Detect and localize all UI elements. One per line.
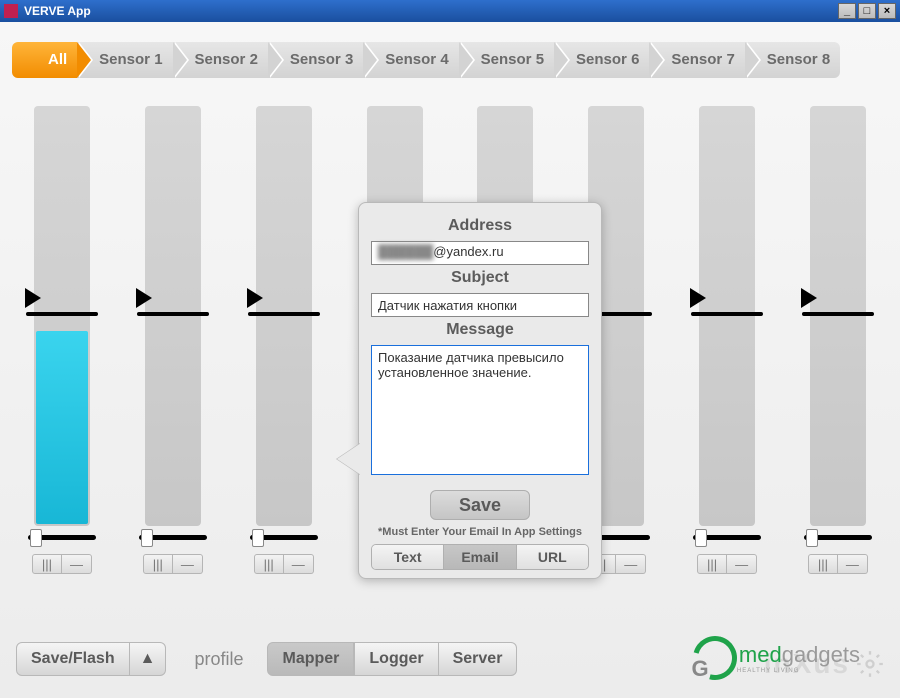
save-flash-arrow-button[interactable]: ▲ xyxy=(130,642,167,676)
threshold-arrow-icon[interactable] xyxy=(247,288,263,308)
sensor-bar-8[interactable] xyxy=(810,106,866,526)
grip-button[interactable]: ||| xyxy=(143,554,173,574)
threshold-arrow-icon[interactable] xyxy=(690,288,706,308)
sensor-bar-7[interactable] xyxy=(699,106,755,526)
content-area: All Sensor 1 Sensor 2 Sensor 3 Sensor 4 … xyxy=(0,22,900,698)
window-title: VERVE App xyxy=(24,4,91,18)
message-label: Message xyxy=(371,321,589,339)
sensor-bar-3[interactable] xyxy=(256,106,312,526)
slider-knob[interactable] xyxy=(252,529,264,547)
sensor-col-1: ||| — xyxy=(26,106,98,574)
minimize-button[interactable]: _ xyxy=(838,3,856,19)
threshold-arrow-icon[interactable] xyxy=(801,288,817,308)
slider-knob[interactable] xyxy=(806,529,818,547)
grip-button[interactable]: ||| xyxy=(808,554,838,574)
tab-all[interactable]: All xyxy=(12,42,77,78)
address-input[interactable]: ██████@yandex.ru xyxy=(371,241,589,265)
minus-button[interactable]: — xyxy=(62,554,92,574)
dialog-tab-text[interactable]: Text xyxy=(372,545,443,569)
sensor-col-7: ||| — xyxy=(691,106,763,574)
app-icon xyxy=(4,4,18,18)
subject-input[interactable] xyxy=(371,293,589,317)
server-button[interactable]: Server xyxy=(439,642,518,676)
minus-button[interactable]: — xyxy=(727,554,757,574)
threshold-arrow-icon[interactable] xyxy=(136,288,152,308)
mapper-button[interactable]: Mapper xyxy=(267,642,354,676)
message-textarea[interactable] xyxy=(371,345,589,475)
slider-knob[interactable] xyxy=(30,529,42,547)
logger-button[interactable]: Logger xyxy=(354,642,438,676)
gear-icon[interactable] xyxy=(856,650,884,678)
sensor-col-2: ||| — xyxy=(137,106,209,574)
sensor-bar-1[interactable] xyxy=(34,106,90,526)
address-label: Address xyxy=(371,217,589,235)
sensor-col-3: ||| — xyxy=(248,106,320,574)
minus-button[interactable]: — xyxy=(838,554,868,574)
threshold-arrow-icon[interactable] xyxy=(25,288,41,308)
email-dialog: Address ██████@yandex.ru Subject Message… xyxy=(358,202,602,579)
dialog-tabs: Text Email URL xyxy=(371,544,589,570)
minus-button[interactable]: — xyxy=(616,554,646,574)
grip-button[interactable]: ||| xyxy=(697,554,727,574)
sensor-col-8: ||| — xyxy=(802,106,874,574)
close-button[interactable]: × xyxy=(878,3,896,19)
medgadgets-logo: G medgadgets HEALTHY LIVING xyxy=(693,636,860,680)
minus-button[interactable]: — xyxy=(284,554,314,574)
save-flash-button[interactable]: Save/Flash xyxy=(16,642,130,676)
slider-knob[interactable] xyxy=(141,529,153,547)
minus-button[interactable]: — xyxy=(173,554,203,574)
dialog-tab-url[interactable]: URL xyxy=(516,545,588,569)
sensor-tabs: All Sensor 1 Sensor 2 Sensor 3 Sensor 4 … xyxy=(12,42,888,78)
sensor-bar-2[interactable] xyxy=(145,106,201,526)
save-button[interactable]: Save xyxy=(430,490,530,520)
grip-button[interactable]: ||| xyxy=(32,554,62,574)
grip-button[interactable]: ||| xyxy=(254,554,284,574)
dialog-note: *Must Enter Your Email In App Settings xyxy=(371,526,589,538)
titlebar: VERVE App _ □ × xyxy=(0,0,900,22)
dialog-tab-email[interactable]: Email xyxy=(443,545,515,569)
subject-label: Subject xyxy=(371,269,589,287)
maximize-button[interactable]: □ xyxy=(858,3,876,19)
profile-label: profile xyxy=(194,649,243,670)
slider-knob[interactable] xyxy=(695,529,707,547)
